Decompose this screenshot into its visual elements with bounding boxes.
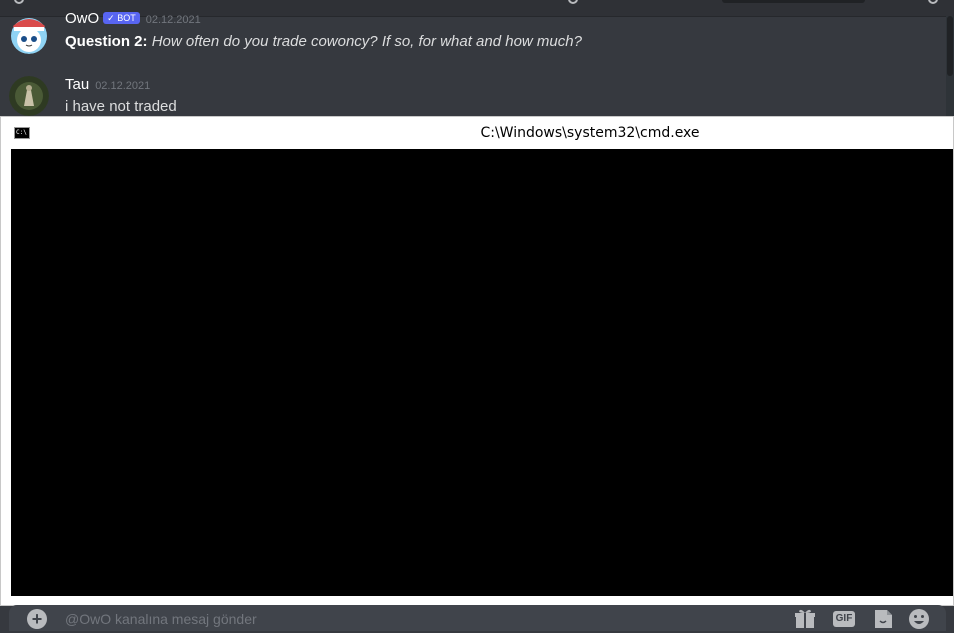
chat-scrollbar[interactable] [946, 16, 954, 116]
sticker-icon[interactable] [871, 608, 895, 630]
owo-avatar-icon [11, 18, 47, 54]
timestamp: 02.12.2021 [95, 80, 151, 92]
timestamp: 02.12.2021 [145, 14, 201, 26]
scrollbar-thumb[interactable] [947, 16, 953, 76]
message-input[interactable]: @OwO kanalına mesaj gönder [65, 605, 257, 633]
message-owo: OwO ✓ BOT 02.12.2021 Question 2: How often… [0, 0, 946, 60]
cmd-window[interactable]: C:\ C:\Windows\system32\cmd.exe [0, 116, 954, 606]
gif-label: GIF [833, 611, 855, 627]
gift-icon[interactable] [793, 608, 817, 630]
gif-icon[interactable]: GIF [832, 608, 856, 630]
message-header: Tau 02.12.2021 [65, 76, 150, 94]
message-input-bar: + @OwO kanalına mesaj gönder GIF [9, 605, 946, 631]
question-label: Question 2: [65, 33, 148, 50]
username[interactable]: OwO [65, 10, 99, 27]
message-content: Question 2: How often do you trade cowon… [65, 33, 582, 50]
bot-badge: ✓ BOT [103, 12, 140, 24]
tau-avatar-icon [9, 76, 49, 116]
emoji-icon[interactable] [907, 608, 931, 630]
avatar[interactable] [9, 14, 49, 54]
message-content: i have not traded [65, 98, 177, 115]
message-tau: Tau 02.12.2021 i have not traded [0, 60, 946, 116]
username[interactable]: Tau [65, 76, 89, 93]
cmd-titlebar[interactable]: C:\ C:\Windows\system32\cmd.exe [1, 117, 953, 149]
avatar[interactable] [9, 76, 49, 116]
message-header: OwO ✓ BOT 02.12.2021 [65, 10, 201, 28]
cmd-title: C:\Windows\system32\cmd.exe [480, 125, 700, 141]
cmd-console[interactable] [11, 149, 953, 596]
question-text: How often do you trade cowoncy? If so, f… [151, 33, 582, 50]
add-attachment-button[interactable]: + [27, 609, 47, 629]
